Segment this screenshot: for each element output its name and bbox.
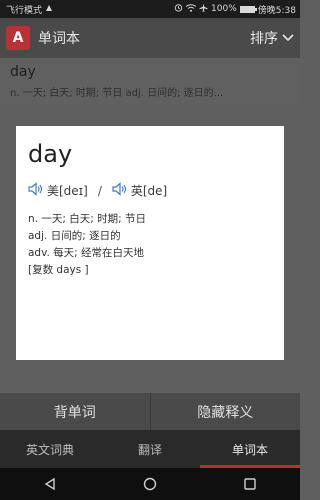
sort-label: 排序	[250, 31, 278, 47]
home-icon[interactable]	[135, 469, 165, 499]
us-phonetic-label: 美[deɪ]	[47, 184, 88, 198]
status-bar: 飞行模式 100% 傍晚5:38	[0, 0, 300, 18]
list-item[interactable]: day n. 一天; 白天; 时期; 节日 adj. 日间的; 逐日的...	[0, 58, 300, 104]
tab-dictionary[interactable]: 英文词典	[0, 430, 100, 468]
definition-line: adv. 每天; 经常在白天地	[28, 247, 145, 259]
phonetic-row: 美[deɪ] / 英[de]	[28, 182, 272, 199]
phonetic-separator: /	[97, 183, 102, 198]
us-pronunciation-button[interactable]: 美[deɪ]	[28, 182, 88, 199]
word-detail-dialog: day 美[deɪ] / 英[de] n. 一天; 白天; 时期; 节日 adj…	[16, 126, 284, 360]
definition-list: n. 一天; 白天; 时期; 节日 adj. 日间的; 逐日的 adv. 每天;…	[28, 211, 272, 279]
tab-bar: 英文词典 翻译 单词本	[0, 430, 300, 468]
status-airplane-text: 飞行模式	[6, 5, 43, 16]
wifi-icon	[185, 3, 197, 15]
status-carrier-time: 傍晚5:38	[257, 5, 296, 16]
alarm-icon	[174, 3, 183, 15]
speaker-icon	[28, 182, 44, 199]
hide-meaning-button[interactable]: 隐藏释义	[151, 393, 301, 430]
bottom-actions: 背单词 隐藏释义	[0, 393, 300, 430]
memorize-button[interactable]: 背单词	[0, 393, 151, 430]
app-logo-icon[interactable]: A	[6, 26, 30, 50]
signal-icon	[45, 4, 53, 15]
app-bar: A 单词本 排序	[0, 18, 300, 58]
battery-percent: 100%	[211, 4, 237, 14]
tab-wordbook[interactable]: 单词本	[200, 430, 300, 468]
definition-line: n. 一天; 白天; 时期; 节日	[28, 213, 146, 225]
battery-icon	[239, 5, 257, 13]
uk-phonetic-label: 英[de]	[130, 184, 168, 198]
definition-line: adj. 日间的; 逐日的	[28, 230, 121, 242]
sort-button[interactable]: 排序	[250, 28, 294, 48]
dialog-word: day	[28, 140, 73, 168]
recents-icon[interactable]	[235, 469, 265, 499]
system-nav-bar	[0, 468, 300, 500]
definition-line: [复数 days ]	[28, 264, 89, 276]
tab-translate[interactable]: 翻译	[100, 430, 200, 468]
list-item-definition: n. 一天; 白天; 时期; 节日 adj. 日间的; 逐日的...	[10, 88, 224, 99]
chevron-down-icon	[282, 30, 294, 46]
page-title: 单词本	[38, 31, 80, 47]
airplane-icon	[199, 3, 208, 15]
uk-pronunciation-button[interactable]: 英[de]	[112, 182, 167, 199]
back-icon[interactable]	[35, 469, 65, 499]
speaker-icon	[112, 182, 128, 199]
list-item-word: day	[10, 64, 36, 80]
